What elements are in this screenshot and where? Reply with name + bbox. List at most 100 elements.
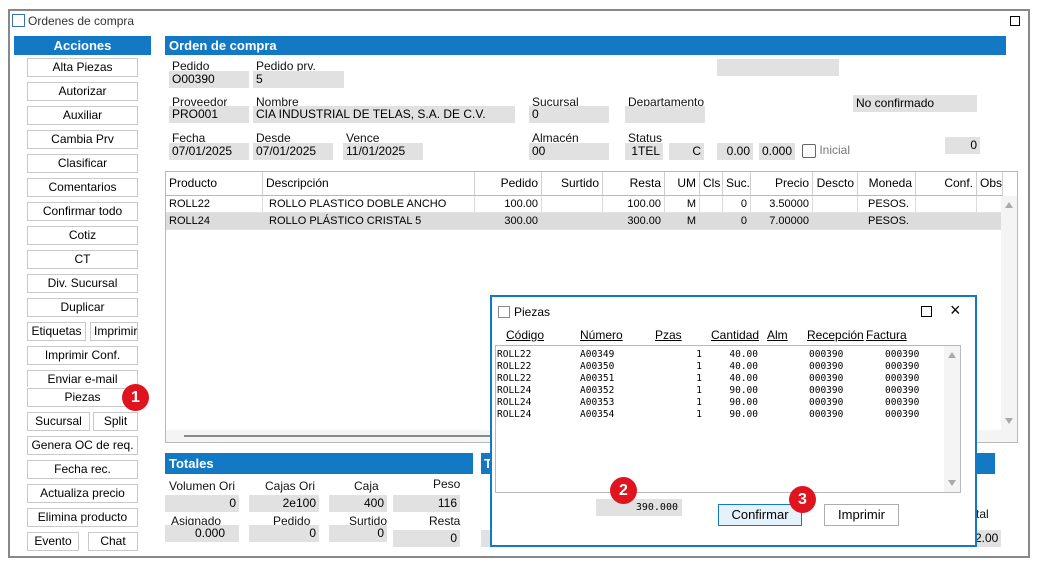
vence-field[interactable]: 11/01/2025 [343, 143, 423, 160]
list-item[interactable]: ROLL24 A00352 1 90.00 000390 000390 [496, 385, 944, 397]
piezas-cell-numero: A00349 [580, 349, 615, 360]
confirmar-button[interactable]: Confirmar [718, 504, 802, 526]
grid-header-suc[interactable]: Suc. [723, 172, 751, 196]
table-row[interactable]: ROLL24 ROLLO PLÁSTICO CRISTAL 5 300.00 300.… [166, 213, 1003, 230]
grid-header-moneda[interactable]: Moneda [858, 172, 916, 196]
piezas-cell-cantidad: 90.00 [729, 385, 758, 396]
list-item[interactable]: ROLL24 A00353 1 90.00 000390 000390 [496, 397, 944, 409]
almacen-field[interactable]: 00 [529, 143, 609, 160]
hscroll-thumb[interactable] [184, 435, 504, 437]
grid-header-conf[interactable]: Conf. [916, 172, 977, 196]
evento-button[interactable]: Evento [27, 532, 79, 551]
status-c-field[interactable]: C [669, 143, 704, 160]
grid-scrollbar[interactable] [1001, 196, 1017, 442]
status-field[interactable]: 1TEL [625, 143, 663, 160]
grid-header-producto[interactable]: Producto [166, 172, 263, 196]
grid-header-surtido[interactable]: Surtido [542, 172, 603, 196]
piezas-header-recepcion[interactable]: Recepción [807, 328, 864, 342]
grid-header-um[interactable]: UM [665, 172, 700, 196]
alta-piezas-button[interactable]: Alta Piezas [27, 58, 138, 77]
grid-header-descripcion[interactable]: Descripción [263, 172, 475, 196]
ct-button[interactable]: CT [27, 250, 138, 269]
enviar-email-button[interactable]: Enviar e-mail [27, 370, 138, 387]
list-item[interactable]: ROLL22 A00349 1 40.00 000390 000390 [496, 349, 944, 361]
piezas-header-pzas[interactable]: Pzas [655, 328, 682, 342]
cell-precio: 7.00000 [751, 213, 813, 230]
clasificar-button[interactable]: Clasificar [27, 154, 138, 173]
cajas-ori-field: 2e100 [249, 495, 319, 512]
cell-pedido: 100.00 [475, 196, 542, 213]
asignado-field: 0.000 [165, 525, 239, 542]
piezas-header-numero[interactable]: Número [580, 328, 623, 342]
elimina-producto-button[interactable]: Elimina producto [27, 508, 138, 527]
dialog-close-icon[interactable]: × [950, 299, 961, 321]
resta-total-field: 0 [393, 530, 460, 547]
fecha-field[interactable]: 07/01/2025 [169, 143, 249, 160]
grid-header-precio[interactable]: Precio [751, 172, 813, 196]
grid-header-obs[interactable]: Obs. [977, 172, 1003, 196]
piezas-cell-recepcion: 000390 [809, 349, 844, 360]
imprimir-conf-button[interactable]: Imprimir Conf. [27, 346, 138, 365]
piezas-header-codigo[interactable]: Código [506, 328, 544, 342]
table-row[interactable]: ROLL22 ROLLO PLASTICO DOBLE ANCHO 100.00 10… [166, 196, 1003, 213]
sucursal-field[interactable]: 0 [529, 106, 609, 123]
piezas-cell-pzas: 1 [696, 349, 702, 360]
confirmar-todo-button[interactable]: Confirmar todo [27, 202, 138, 221]
grid-header-descto[interactable]: Descto [813, 172, 858, 196]
value2-field[interactable]: 0.000 [759, 143, 795, 160]
duplicar-button[interactable]: Duplicar [27, 298, 138, 317]
grid-header-pedido[interactable]: Pedido [475, 172, 542, 196]
inicial-checkbox[interactable]: Inicial [802, 143, 850, 158]
sucursal-button[interactable]: Sucursal [27, 412, 90, 431]
piezas-cell-recepcion: 000390 [809, 397, 844, 408]
fecha-rec-button[interactable]: Fecha rec. [27, 460, 138, 479]
actualiza-precio-button[interactable]: Actualiza precio [27, 484, 138, 503]
auxiliar-button[interactable]: Auxiliar [27, 106, 138, 125]
blank-field-top[interactable] [717, 59, 839, 76]
cambia-prv-button[interactable]: Cambia Prv [27, 130, 138, 149]
pedido-field[interactable]: O00390 [169, 71, 249, 88]
maximize-icon[interactable] [1010, 16, 1020, 26]
piezas-cell-cantidad: 40.00 [729, 373, 758, 384]
grid-header-resta[interactable]: Resta [603, 172, 665, 196]
autorizar-button[interactable]: Autorizar [27, 82, 138, 101]
piezas-scrollbar[interactable] [944, 346, 960, 492]
etiquetas-button[interactable]: Etiquetas [27, 322, 86, 341]
cotiz-button[interactable]: Cotiz [27, 226, 138, 245]
checkbox-icon[interactable] [802, 143, 816, 158]
imprimir-dialog-button[interactable]: Imprimir [824, 504, 899, 526]
piezas-cell-recepcion: 000390 [809, 361, 844, 372]
scroll-down-icon[interactable] [1005, 418, 1013, 424]
peso-field: 116 [393, 495, 460, 512]
departamento-field[interactable] [625, 106, 705, 123]
list-item[interactable]: ROLL22 A00350 1 40.00 000390 000390 [496, 361, 944, 373]
comentarios-button[interactable]: Comentarios [27, 178, 138, 197]
div-sucursal-button[interactable]: Div. Sucursal [27, 274, 138, 293]
value1-field[interactable]: 0.00 [717, 143, 753, 160]
right-value-field[interactable]: 0 [945, 137, 980, 154]
piezas-header-factura[interactable]: Factura [866, 328, 907, 342]
piezas-scroll-down-icon[interactable] [948, 480, 956, 486]
inicial-label: Inicial [819, 143, 851, 157]
caja-label: Caja [354, 479, 379, 493]
dialog-maximize-icon[interactable] [921, 306, 932, 317]
split-button[interactable]: Split [93, 412, 138, 431]
desde-field[interactable]: 07/01/2025 [253, 143, 333, 160]
imprimir-button[interactable]: Imprimir [90, 322, 138, 341]
list-item[interactable]: ROLL22 A00351 1 40.00 000390 000390 [496, 373, 944, 385]
piezas-header-alm[interactable]: Alm [767, 328, 788, 342]
pedido-prv-field[interactable]: 5 [253, 71, 344, 88]
piezas-scroll-up-icon[interactable] [948, 352, 956, 358]
grid-header-cls[interactable]: Cls [700, 172, 723, 196]
chat-button[interactable]: Chat [88, 532, 138, 551]
list-item[interactable]: ROLL24 A00354 1 90.00 000390 000390 [496, 409, 944, 421]
piezas-header-cantidad[interactable]: Cantidad [711, 328, 759, 342]
nombre-field[interactable]: CIA INDUSTRIAL DE TELAS, S.A. DE C.V. [253, 106, 515, 123]
cell-cls [700, 196, 723, 213]
cell-cls [700, 213, 723, 230]
scroll-up-icon[interactable] [1005, 202, 1013, 208]
genera-oc-button[interactable]: Genera OC de req. [27, 436, 138, 455]
piezas-dialog: Piezas × Código Número Pzas Cantidad Alm Rece… [490, 295, 977, 547]
window-title: Ordenes de compra [28, 14, 135, 28]
proveedor-field[interactable]: PRO001 [169, 106, 249, 123]
